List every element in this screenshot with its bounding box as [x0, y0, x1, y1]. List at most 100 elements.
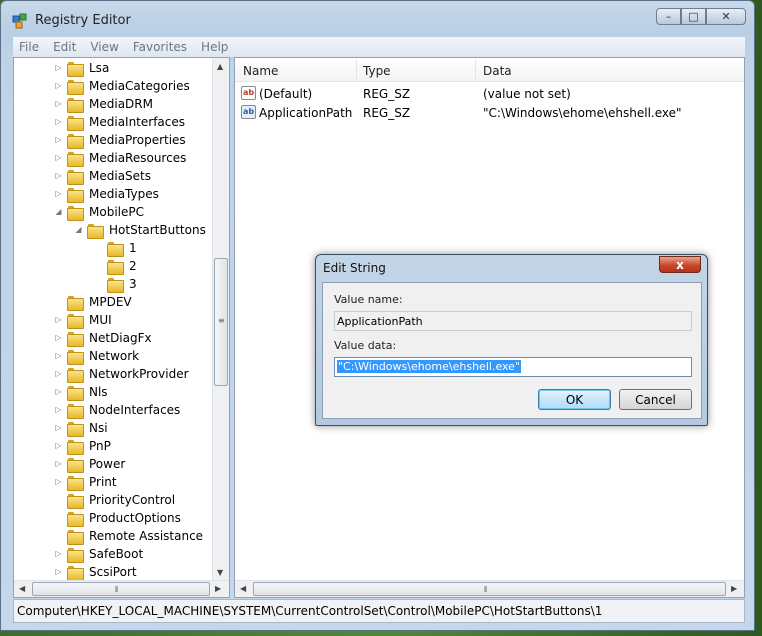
tree-item[interactable]: ▷ MediaInterfaces	[14, 113, 212, 131]
collapsed-arrow-icon[interactable]: ▷	[54, 153, 63, 162]
collapsed-arrow-icon[interactable]: ▷	[54, 405, 63, 414]
scroll-down-arrow-icon[interactable]: ▼	[217, 568, 223, 577]
collapsed-arrow-icon[interactable]: ▷	[54, 63, 63, 72]
tree-item[interactable]: ▷ MediaResources	[14, 149, 212, 167]
tree-item[interactable]: ▷ MediaDRM	[14, 95, 212, 113]
tree-item[interactable]: ◢ MobilePC	[14, 203, 212, 221]
tree-vertical-scroll-thumb[interactable]: ≡	[214, 258, 228, 386]
expanded-arrow-icon[interactable]: ◢	[74, 225, 83, 234]
registry-editor-icon	[12, 13, 27, 29]
list-horizontal-scroll-thumb[interactable]: ⦀	[253, 582, 726, 596]
tree-item[interactable]: ▷ SafeBoot	[14, 545, 212, 563]
folder-icon	[67, 457, 84, 473]
folder-icon	[67, 151, 84, 167]
tree-item-label: NodeInterfaces	[89, 403, 181, 417]
collapsed-arrow-icon[interactable]: ▷	[54, 171, 63, 180]
menu-help[interactable]: Help	[201, 40, 228, 54]
tree-item[interactable]: 2	[14, 257, 212, 275]
tree-item-label: MediaResources	[89, 151, 187, 165]
collapsed-arrow-icon[interactable]: ▷	[54, 567, 63, 576]
tree-item[interactable]: MPDEV	[14, 293, 212, 311]
list-row[interactable]: ab ApplicationPath REG_SZ "C:\Windows\eh…	[235, 103, 744, 122]
value-data-input[interactable]: "C:\Windows\ehome\ehshell.exe"	[334, 357, 692, 377]
collapsed-arrow-icon[interactable]: ▷	[54, 99, 63, 108]
collapsed-arrow-icon[interactable]: ▷	[54, 441, 63, 450]
tree-item[interactable]: ▷ MediaSets	[14, 167, 212, 185]
scroll-right-arrow-icon[interactable]: ▶	[731, 584, 737, 593]
minimize-button[interactable]: –	[656, 8, 681, 25]
collapsed-arrow-icon[interactable]: ▷	[54, 315, 63, 324]
tree-item[interactable]: 1	[14, 239, 212, 257]
column-header-name[interactable]: Name	[243, 64, 278, 78]
collapsed-arrow-icon[interactable]: ▷	[54, 549, 63, 558]
tree-item[interactable]: 3	[14, 275, 212, 293]
tree-item[interactable]: ▷ Lsa	[14, 59, 212, 77]
ok-button[interactable]: OK	[538, 389, 611, 410]
tree-item[interactable]: ▷ Nsi	[14, 419, 212, 437]
tree-item[interactable]: ◢ HotStartButtons	[14, 221, 212, 239]
collapsed-arrow-icon[interactable]: ▷	[54, 477, 63, 486]
tree-item[interactable]: ▷ PnP	[14, 437, 212, 455]
menu-file[interactable]: File	[19, 40, 39, 54]
tree-item[interactable]: ▷ NodeInterfaces	[14, 401, 212, 419]
collapsed-arrow-icon[interactable]: ▷	[54, 117, 63, 126]
tree-vertical-scrollbar[interactable]: ▲ ≡ ▼	[212, 58, 229, 581]
close-button[interactable]: ✕	[706, 8, 746, 25]
tree-item[interactable]: Remote Assistance	[14, 527, 212, 545]
tree-item[interactable]: ▷ MUI	[14, 311, 212, 329]
collapsed-arrow-icon[interactable]: ▷	[54, 189, 63, 198]
menu-favorites[interactable]: Favorites	[133, 40, 187, 54]
list-horizontal-scrollbar[interactable]: ◀ ⦀ ▶	[235, 580, 744, 597]
list-row[interactable]: ab (Default) REG_SZ (value not set)	[235, 84, 744, 103]
scroll-left-arrow-icon[interactable]: ◀	[19, 584, 25, 593]
tree-item[interactable]: ▷ Nls	[14, 383, 212, 401]
expanded-arrow-icon[interactable]: ◢	[54, 207, 63, 216]
registry-tree[interactable]: ▷ Lsa ▷ MediaCategories ▷ MediaDRM ▷ MediaInter…	[13, 57, 230, 598]
folder-icon	[67, 529, 84, 545]
column-header-data[interactable]: Data	[483, 64, 512, 78]
value-name: ApplicationPath	[259, 106, 353, 120]
tree-item-label: MediaInterfaces	[89, 115, 186, 129]
tree-item[interactable]: ▷ MediaTypes	[14, 185, 212, 203]
menu-edit[interactable]: Edit	[53, 40, 76, 54]
collapsed-arrow-icon[interactable]: ▷	[54, 387, 63, 396]
dialog-close-button[interactable]: x	[659, 256, 701, 273]
menu-view[interactable]: View	[90, 40, 118, 54]
title-bar[interactable]: Registry Editor – □ ✕	[1, 1, 754, 35]
tree-item[interactable]: ▷ Power	[14, 455, 212, 473]
scroll-left-arrow-icon[interactable]: ◀	[240, 584, 246, 593]
folder-icon	[67, 475, 84, 491]
folder-icon	[67, 547, 84, 563]
collapsed-arrow-icon[interactable]: ▷	[54, 81, 63, 90]
tree-item[interactable]: ▷ NetworkProvider	[14, 365, 212, 383]
tree-item-label: Remote Assistance	[89, 529, 204, 543]
tree-item[interactable]: PriorityControl	[14, 491, 212, 509]
collapsed-arrow-icon[interactable]: ▷	[54, 369, 63, 378]
tree-item-label: Power	[89, 457, 126, 471]
maximize-button[interactable]: □	[681, 8, 706, 25]
value-name-field: ApplicationPath	[334, 311, 692, 331]
collapsed-arrow-icon[interactable]: ▷	[54, 423, 63, 432]
tree-item[interactable]: ▷ NetDiagFx	[14, 329, 212, 347]
cancel-button[interactable]: Cancel	[619, 389, 692, 410]
tree-horizontal-scroll-thumb[interactable]: ⦀	[32, 582, 210, 596]
scroll-up-arrow-icon[interactable]: ▲	[217, 62, 223, 71]
tree-horizontal-scrollbar[interactable]: ◀ ⦀ ▶	[14, 580, 229, 597]
tree-item[interactable]: ▷ ScsiPort	[14, 563, 212, 581]
scroll-right-arrow-icon[interactable]: ▶	[215, 584, 221, 593]
tree-item[interactable]: ▷ Print	[14, 473, 212, 491]
tree-item-label: Network	[89, 349, 140, 363]
tree-item[interactable]: ProductOptions	[14, 509, 212, 527]
collapsed-arrow-icon[interactable]: ▷	[54, 351, 63, 360]
tree-item-label: MediaCategories	[89, 79, 190, 93]
tree-item[interactable]: ▷ Network	[14, 347, 212, 365]
collapsed-arrow-icon[interactable]: ▷	[54, 333, 63, 342]
collapsed-arrow-icon[interactable]: ▷	[54, 135, 63, 144]
value-data-label: Value data:	[334, 339, 397, 352]
tree-item[interactable]: ▷ MediaCategories	[14, 77, 212, 95]
tree-item-label: ProductOptions	[89, 511, 181, 525]
column-header-type[interactable]: Type	[363, 64, 391, 78]
status-path: Computer\HKEY_LOCAL_MACHINE\SYSTEM\Curre…	[17, 604, 603, 618]
tree-item[interactable]: ▷ MediaProperties	[14, 131, 212, 149]
collapsed-arrow-icon[interactable]: ▷	[54, 459, 63, 468]
